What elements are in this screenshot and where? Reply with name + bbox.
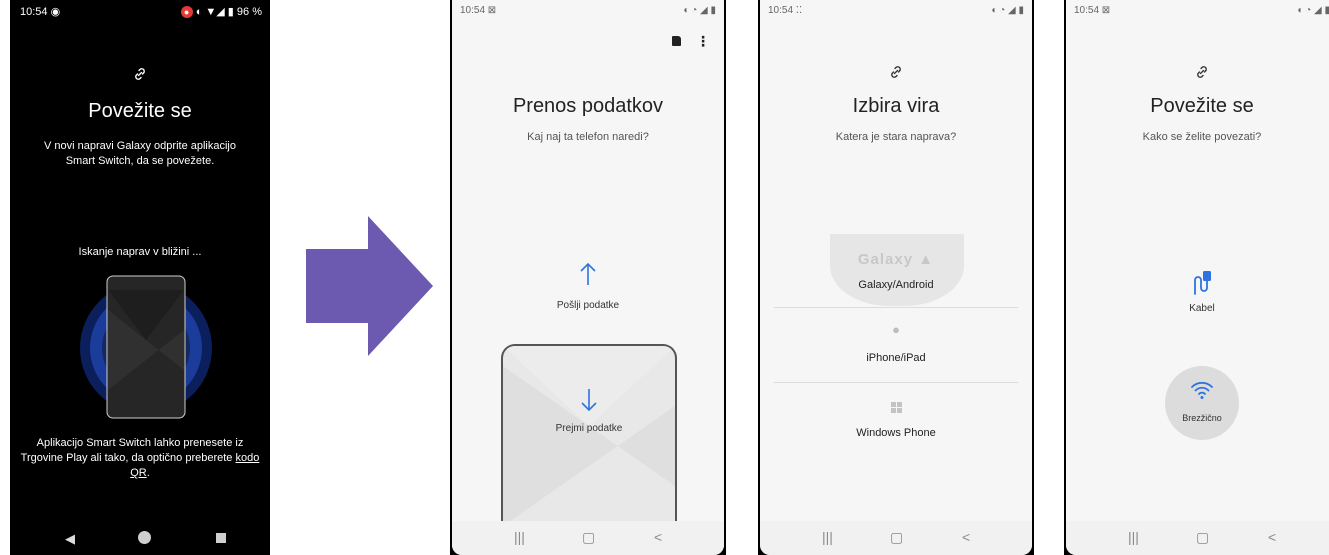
record-icon: ● bbox=[180, 6, 193, 19]
more-icon[interactable]: ⋮ bbox=[696, 34, 710, 48]
status-time: 10:54 ⊠ bbox=[1074, 5, 1111, 16]
selection-highlight bbox=[830, 234, 964, 306]
wireless-label: Brezžično bbox=[1182, 413, 1222, 423]
sd-card-icon[interactable] bbox=[672, 36, 681, 46]
status-time: 10:54 ◉ bbox=[20, 6, 61, 18]
link-icon bbox=[10, 66, 270, 87]
wifi-icon bbox=[1165, 380, 1239, 405]
recents-button[interactable]: ||| bbox=[1128, 529, 1139, 545]
page-subtitle: Kako se želite povezati? bbox=[1142, 131, 1262, 143]
wireless-option[interactable]: Brezžično bbox=[1165, 366, 1239, 440]
status-bar: 10:54 ◉ ● ◐ ▼◢ ▮ 96 % bbox=[10, 0, 270, 22]
phone-screen-select-source: 10:54 ⁚⁚ ◖ ◔ ◢ ▮ Izbira vira Katera je s… bbox=[758, 0, 1034, 555]
status-icons: ◖ ◔ ◢ ▮ bbox=[682, 5, 716, 16]
battery-percent: 96 % bbox=[236, 6, 262, 18]
recents-button[interactable]: ||| bbox=[822, 529, 833, 545]
transition-arrow-icon bbox=[306, 216, 436, 361]
description-text: V novi napravi Galaxy odprite aplikacijo… bbox=[44, 140, 236, 167]
option-galaxy-android[interactable]: Galaxy ▲ Galaxy/Android bbox=[760, 234, 1032, 306]
page-subtitle: Katera je stara naprava? bbox=[835, 131, 957, 143]
send-data-option[interactable]: Pošlji podatke bbox=[452, 262, 724, 318]
status-bar: 10:54 ⊠ ◖ ◔ ◢ ▮ bbox=[1066, 0, 1329, 22]
windows-icon bbox=[760, 400, 1032, 418]
cable-label: Kabel bbox=[1189, 303, 1215, 314]
status-time: 10:54 ⁚⁚ bbox=[768, 5, 803, 16]
status-icons: ● ◐ ▼◢ ▮ 96 % bbox=[180, 5, 262, 19]
searching-text: Iskanje naprav v bližini ... bbox=[78, 246, 202, 258]
back-button[interactable]: < bbox=[1268, 529, 1276, 545]
option-iphone-ipad[interactable]: ● iPhone/iPad bbox=[760, 318, 1032, 380]
cable-option[interactable]: Kabel bbox=[1066, 270, 1329, 320]
page-title: Povežite se bbox=[1150, 95, 1254, 117]
phone-screen-transfer: 10:54 ⊠ ◖ ◔ ◢ ▮ ⋮ Prenos podatkov Kaj na… bbox=[450, 0, 726, 555]
phone-screen-connection-type: 10:54 ⊠ ◖ ◔ ◢ ▮ Povežite se Kako se želi… bbox=[1064, 0, 1329, 555]
page-subtitle: Kaj naj ta telefon naredi? bbox=[527, 131, 649, 143]
home-button[interactable]: ▢ bbox=[582, 529, 595, 546]
link-icon bbox=[1066, 64, 1329, 85]
divider bbox=[774, 307, 1018, 308]
send-data-label: Pošlji podatke bbox=[556, 300, 620, 311]
apple-icon: ● bbox=[892, 322, 900, 337]
page-title: Izbira vira bbox=[852, 95, 940, 117]
link-icon bbox=[760, 64, 1032, 85]
receive-data-option[interactable]: Prejmi podatke bbox=[501, 344, 677, 546]
arrow-up-icon bbox=[452, 262, 724, 291]
nav-bar: ◀ bbox=[10, 525, 270, 555]
option-label: iPhone/iPad bbox=[866, 352, 926, 364]
recents-button[interactable] bbox=[216, 533, 226, 543]
status-icons: ◖ ◔ ◢ ▮ bbox=[1296, 5, 1329, 16]
status-icons: ◖ ◔ ◢ ▮ bbox=[990, 5, 1024, 16]
back-button[interactable]: < bbox=[962, 529, 970, 545]
status-bar: 10:54 ⊠ ◖ ◔ ◢ ▮ bbox=[452, 0, 724, 22]
nav-bar: ||| ▢ < bbox=[1066, 521, 1329, 555]
phone-screen-connect-dark: 10:54 ◉ ● ◐ ▼◢ ▮ 96 % Povežite se V novi… bbox=[10, 0, 270, 555]
back-button[interactable]: < bbox=[654, 529, 662, 545]
footer-text: Aplikacijo Smart Switch lahko prenesete … bbox=[20, 437, 260, 479]
usb-cable-icon bbox=[1066, 270, 1329, 301]
searching-animation bbox=[10, 270, 270, 430]
home-button[interactable]: ▢ bbox=[890, 529, 903, 546]
page-title: Prenos podatkov bbox=[512, 95, 664, 117]
android-icon: ▲ bbox=[918, 251, 935, 268]
nav-bar: ||| ▢ < bbox=[760, 521, 1032, 555]
back-button[interactable]: ◀ bbox=[65, 531, 75, 547]
recents-button[interactable]: ||| bbox=[514, 529, 525, 545]
option-label: Windows Phone bbox=[856, 427, 936, 439]
nav-bar: ||| ▢ < bbox=[452, 521, 724, 555]
galaxy-logo: Galaxy ▲ bbox=[857, 251, 935, 268]
status-time: 10:54 ⊠ bbox=[460, 5, 497, 16]
arrow-down-icon bbox=[503, 388, 675, 417]
receive-data-label: Prejmi podatke bbox=[555, 423, 623, 434]
page-title: Povežite se bbox=[88, 100, 192, 122]
status-bar: 10:54 ⁚⁚ ◖ ◔ ◢ ▮ bbox=[760, 0, 1032, 22]
option-windows-phone[interactable]: Windows Phone bbox=[760, 394, 1032, 446]
home-button[interactable]: ▢ bbox=[1196, 529, 1209, 546]
option-label: Galaxy/Android bbox=[858, 279, 934, 291]
divider bbox=[774, 382, 1018, 383]
home-button[interactable] bbox=[138, 531, 151, 544]
